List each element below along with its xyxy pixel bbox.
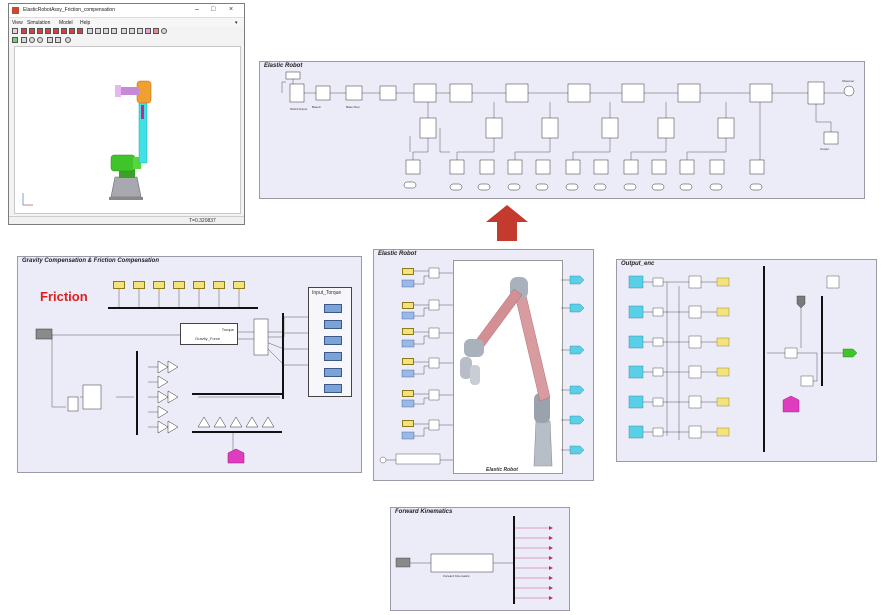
elastic-robot-top-panel: Elastic Robot World Frame Base0 Base Fla… bbox=[259, 61, 865, 199]
gravity-friction-wiring bbox=[35, 289, 308, 464]
maximize-icon[interactable]: □ bbox=[211, 6, 215, 14]
toolbar-clock-icon[interactable] bbox=[161, 28, 167, 34]
svg-text:Base Flan: Base Flan bbox=[346, 105, 360, 109]
forward-kinematics-block-label: Forward Kinematics bbox=[443, 574, 470, 578]
toolbar-view-custom-icon[interactable] bbox=[77, 28, 83, 34]
toolbar-grid-icon[interactable] bbox=[137, 28, 143, 34]
toolbar-settings-icon[interactable] bbox=[65, 37, 71, 43]
menu-view[interactable]: View bbox=[12, 20, 23, 26]
toolbar-rotate-icon[interactable] bbox=[95, 28, 101, 34]
close-icon[interactable]: × bbox=[229, 6, 233, 14]
toolbar-layout-icon[interactable] bbox=[129, 28, 135, 34]
elastic-robot-top-diagram: World Frame Base0 Base Flan Output Obser… bbox=[281, 71, 854, 191]
svg-text:Observer: Observer bbox=[842, 79, 854, 83]
forward-kinematics-diagram bbox=[395, 516, 553, 604]
svg-text:Output: Output bbox=[820, 147, 829, 151]
output-enc-diagram bbox=[628, 266, 858, 452]
flow-up-arrow bbox=[486, 205, 528, 241]
toolbar-view-bottom-icon[interactable] bbox=[61, 28, 67, 34]
menu-model[interactable]: Model bbox=[59, 20, 73, 26]
toolbar-fit-icon[interactable] bbox=[21, 37, 27, 43]
toolbar-view-back-icon[interactable] bbox=[29, 28, 35, 34]
window-titlebar: ElasticRobotAssy_Friction_compensation –… bbox=[9, 4, 244, 18]
simulation-time: T=0.320837 bbox=[189, 218, 216, 224]
toolbar-globe-icon[interactable] bbox=[29, 37, 35, 43]
window-title: ElasticRobotAssy_Friction_compensation bbox=[23, 7, 115, 13]
robot-3d-render bbox=[22, 80, 152, 206]
menu-simulation[interactable]: Simulation bbox=[27, 20, 50, 26]
menu-overflow-icon[interactable]: ▾ bbox=[235, 20, 238, 26]
3d-viewport[interactable] bbox=[14, 46, 241, 214]
toolbar-play-icon[interactable] bbox=[121, 28, 127, 34]
elastic-robot-middle-panel: Elastic Robot Elastic Robot bbox=[373, 249, 594, 481]
mechanics-explorer-window: ElasticRobotAssy_Friction_compensation –… bbox=[8, 3, 245, 225]
toolbar-view-front-icon[interactable] bbox=[21, 28, 27, 34]
toolbar-frames-icon[interactable] bbox=[12, 37, 18, 43]
menu-bar: View Simulation Model Help ▾ bbox=[9, 18, 244, 27]
toolbar-light-icon[interactable] bbox=[37, 37, 43, 43]
toolbar-axes-icon[interactable] bbox=[55, 37, 61, 43]
toolbar-cursor-icon[interactable] bbox=[87, 28, 93, 34]
toolbar-view-right-icon[interactable] bbox=[45, 28, 51, 34]
toolbar-zoom-icon[interactable] bbox=[111, 28, 117, 34]
minimize-icon[interactable]: – bbox=[195, 6, 199, 14]
gravity-friction-panel: Gravity Compensation & Friction Compensa… bbox=[17, 256, 362, 473]
toolbar-view-iso-icon[interactable] bbox=[69, 28, 75, 34]
toolbar-save-icon[interactable] bbox=[12, 28, 18, 34]
elastic-middle-wiring bbox=[379, 267, 585, 465]
toolbar-grid2-icon[interactable] bbox=[47, 37, 53, 43]
menu-help[interactable]: Help bbox=[80, 20, 90, 26]
svg-text:Base0: Base0 bbox=[312, 105, 321, 109]
output-enc-panel: Output_enc bbox=[616, 259, 877, 462]
toolbar-highlight-icon[interactable] bbox=[145, 28, 151, 34]
forward-kinematics-panel: Forward Kinematics Forward Kinematics bbox=[390, 507, 570, 611]
toolbar-split-icon[interactable] bbox=[153, 28, 159, 34]
status-bar: T=0.320837 bbox=[9, 216, 244, 224]
svg-text:World Frame: World Frame bbox=[290, 107, 308, 111]
toolbar-view-top-icon[interactable] bbox=[53, 28, 59, 34]
toolbar-pan-icon[interactable] bbox=[103, 28, 109, 34]
app-icon bbox=[12, 7, 19, 14]
toolbar-view-left-icon[interactable] bbox=[37, 28, 43, 34]
